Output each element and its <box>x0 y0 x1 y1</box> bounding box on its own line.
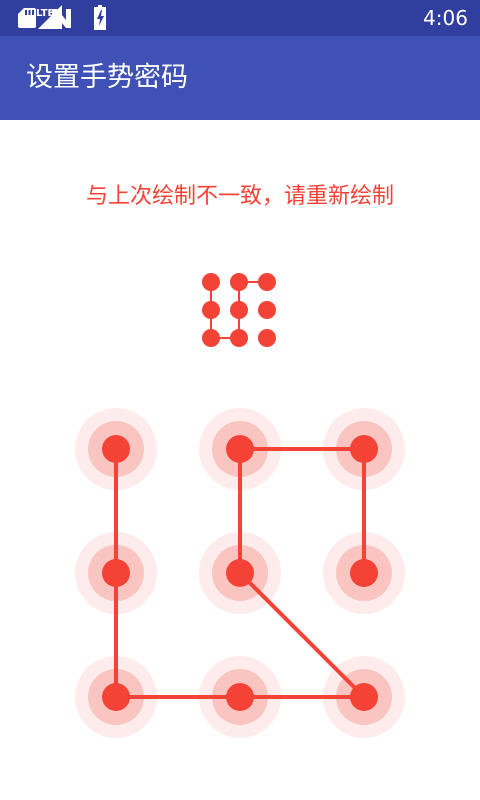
pattern-node-8[interactable] <box>226 683 254 711</box>
pattern-node-7[interactable] <box>102 683 130 711</box>
preview-dot <box>230 273 248 291</box>
preview-dot <box>202 301 220 319</box>
pattern-lock-grid[interactable] <box>75 408 405 738</box>
pattern-canvas <box>75 273 405 738</box>
pattern-node-5[interactable] <box>226 559 254 587</box>
preview-dot <box>202 273 220 291</box>
pattern-node-3[interactable] <box>350 435 378 463</box>
pattern-node-2[interactable] <box>226 435 254 463</box>
preview-dot <box>202 329 220 347</box>
preview-dot <box>230 329 248 347</box>
pattern-node-1[interactable] <box>102 435 130 463</box>
preview-dot <box>258 273 276 291</box>
preview-dot <box>258 301 276 319</box>
pattern-preview <box>202 273 276 347</box>
preview-dot <box>258 329 276 347</box>
pattern-node-9[interactable] <box>350 683 378 711</box>
pattern-node-6[interactable] <box>350 559 378 587</box>
preview-dot <box>230 301 248 319</box>
pattern-node-4[interactable] <box>102 559 130 587</box>
